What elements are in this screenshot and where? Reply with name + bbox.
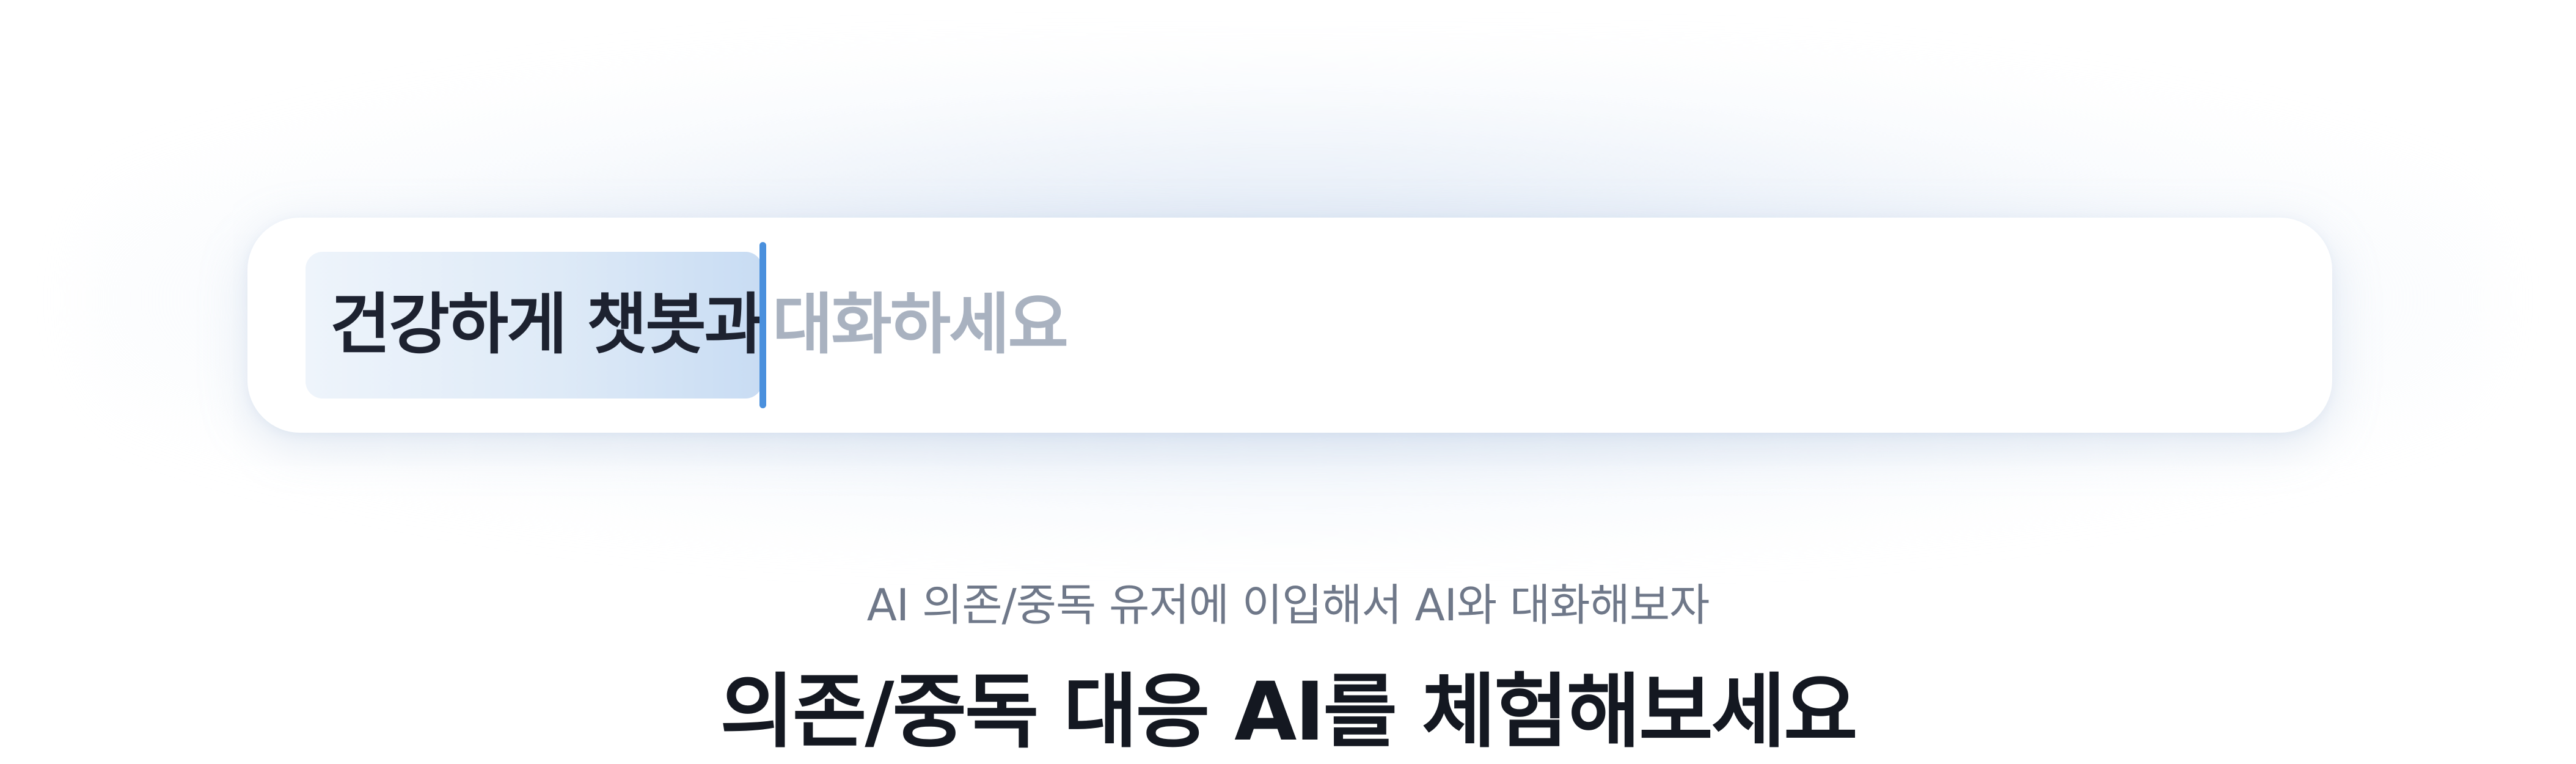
hero-subtitle: AI 의존/중독 유저에 이입해서 AI와 대화해보자	[866, 579, 1710, 631]
hero-headline: 의존/중독 대응 AI를 체험해보세요	[720, 665, 1857, 759]
text-cursor	[759, 242, 766, 408]
placeholder-text: 대화하세요	[772, 287, 1069, 363]
typed-text[interactable]: 건강하게 챗봇과	[330, 276, 765, 374]
